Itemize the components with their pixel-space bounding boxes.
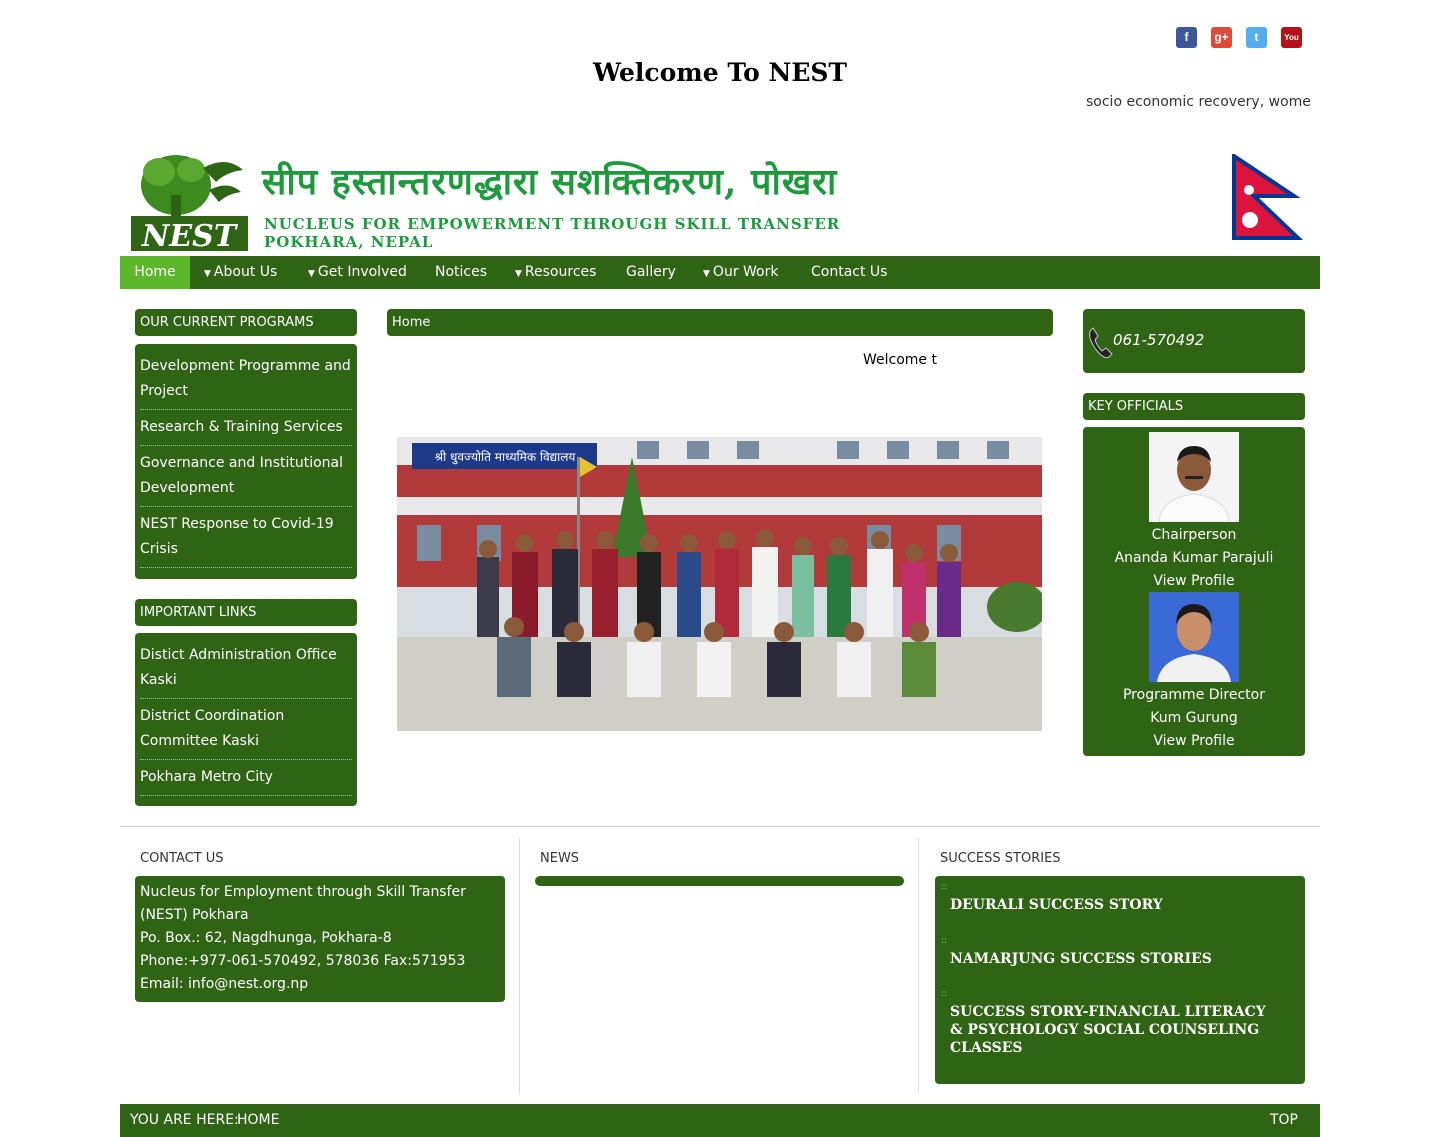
important-link[interactable]: District Coordination Committee Kaski	[140, 699, 352, 760]
bottom-breadcrumb-home[interactable]: HOME	[237, 1104, 279, 1137]
success-stories-heading: SUCCESS STORIES	[940, 851, 1061, 866]
bullet-icon: ::	[941, 882, 948, 892]
logo-text: NEST	[141, 219, 239, 251]
official-photo	[1149, 432, 1239, 522]
bullet-icon: ::	[941, 989, 948, 999]
program-link[interactable]: NEST Response to Covid-19 Crisis	[140, 507, 352, 568]
program-link[interactable]: Governance and Institutional Development	[140, 446, 352, 507]
english-title-line1: NUCLEUS FOR EMPOWERMENT THROUGH SKILL TR…	[264, 215, 841, 233]
programs-list: Development Programme and Project Resear…	[135, 344, 357, 579]
social-links: f g+ t You	[1176, 27, 1302, 48]
caret-down-icon: ▼	[703, 269, 710, 279]
contact-org: Nucleus for Employment through Skill Tra…	[140, 884, 466, 923]
nav-get-involved-label: Get Involved	[317, 264, 407, 280]
nav-home[interactable]: Home	[120, 256, 190, 289]
english-title-line2: POKHARA, NEPAL	[264, 233, 434, 251]
caret-down-icon: ▼	[308, 269, 315, 279]
official-photo	[1149, 592, 1239, 682]
contact-us-heading: CONTACT US	[140, 851, 224, 866]
important-links-list: Distict Administration Office Kaski Dist…	[135, 633, 357, 806]
contact-phone: Phone:+977-061-570492, 578036 Fax:571953	[140, 953, 466, 969]
view-profile-link[interactable]: View Profile	[1083, 730, 1305, 753]
contact-details: Nucleus for Employment through Skill Tra…	[135, 876, 505, 1002]
nav-our-work-label: Our Work	[712, 264, 779, 280]
bullet-icon: ::	[941, 936, 948, 946]
twitter-icon[interactable]: t	[1246, 27, 1267, 48]
story-link[interactable]: NAMARJUNG SUCCESS STORIES	[950, 950, 1280, 968]
nav-notices-label: Notices	[435, 264, 488, 280]
nepal-flag	[1232, 152, 1304, 240]
important-link[interactable]: Pokhara Metro City	[140, 760, 352, 796]
news-heading: NEWS	[540, 851, 580, 866]
nav-our-work[interactable]: ▼ Our Work	[703, 256, 778, 289]
column-separator	[918, 838, 919, 1094]
official-name: Ananda Kumar Parajuli	[1114, 550, 1274, 566]
nav-about-us[interactable]: ▼ About Us	[204, 256, 277, 289]
section-divider	[120, 826, 1320, 827]
contact-address: Po. Box.: 62, Nagdhunga, Pokhara-8	[140, 930, 392, 946]
nav-contact-us-label: Contact Us	[811, 264, 888, 280]
slideshow-image: श्री धुवज्योति माध्यमिक विद्यालय	[397, 437, 1042, 731]
nav-gallery[interactable]: Gallery	[626, 256, 676, 289]
key-officials-heading: KEY OFFICIALS	[1083, 393, 1305, 420]
googleplus-icon[interactable]: g+	[1211, 27, 1232, 48]
back-to-top-link[interactable]: TOP	[1270, 1104, 1298, 1137]
success-stories-list: :: DEURALI SUCCESS STORY :: NAMARJUNG SU…	[935, 876, 1305, 1084]
welcome-title: Welcome To NEST	[592, 58, 848, 87]
program-link[interactable]: Research & Training Services	[140, 410, 352, 446]
key-officials-list: Chairperson Ananda Kumar Parajuli View P…	[1083, 427, 1305, 756]
story-link[interactable]: SUCCESS STORY-FINANCIAL LITERACY & PSYCH…	[950, 1003, 1280, 1057]
official-name: Kum Gurung	[1150, 710, 1238, 726]
breadcrumb-home[interactable]: Home	[392, 315, 430, 330]
main-nav: Home ▼ About Us ▼ Get Involved Notices ▼ Re…	[120, 256, 1320, 289]
nav-home-label: Home	[134, 264, 176, 280]
caret-down-icon: ▼	[204, 269, 211, 279]
nav-get-involved[interactable]: ▼ Get Involved	[308, 256, 407, 289]
important-links-heading: IMPORTANT LINKS	[135, 599, 357, 626]
important-link[interactable]: Distict Administration Office Kaski	[140, 638, 352, 699]
nav-about-us-label: About Us	[213, 264, 278, 280]
you-are-here-label: YOU ARE HERE:	[130, 1112, 239, 1128]
view-profile-link[interactable]: View Profile	[1083, 570, 1305, 593]
welcome-marquee: Welcome to	[863, 352, 937, 368]
caret-down-icon: ▼	[515, 269, 522, 279]
facebook-icon[interactable]: f	[1176, 27, 1197, 48]
nest-logo[interactable]: NEST	[131, 150, 248, 254]
contact-email[interactable]: Email: info@nest.org.np	[140, 973, 500, 996]
breadcrumb: Home	[387, 309, 1053, 336]
official-card: Programme Director Kum Gurung View Profi…	[1083, 592, 1305, 753]
official-card: Chairperson Ananda Kumar Parajuli View P…	[1083, 432, 1305, 593]
news-list	[535, 876, 904, 886]
official-role: Chairperson	[1151, 527, 1237, 543]
nav-gallery-label: Gallery	[626, 264, 676, 280]
column-separator	[519, 838, 520, 1094]
header-marquee: socio economic recovery, women	[1086, 94, 1310, 110]
nav-resources-label: Resources	[524, 264, 597, 280]
phone-number: 061-570492	[1113, 331, 1205, 349]
youtube-icon[interactable]: You	[1281, 27, 1302, 48]
school-sign-text: श्री धुवज्योति माध्यमिक विद्यालय	[435, 450, 577, 465]
nepali-title: सीप हस्तान्तरणद्धारा सशक्तिकरण, पोखरा	[262, 161, 838, 203]
bottom-bar: YOU ARE HERE: HOME TOP	[120, 1104, 1320, 1137]
official-role: Programme Director	[1122, 687, 1265, 703]
nav-contact-us[interactable]: Contact Us	[811, 256, 887, 289]
story-link[interactable]: DEURALI SUCCESS STORY	[950, 896, 1280, 914]
program-link[interactable]: Development Programme and Project	[140, 349, 352, 410]
nav-resources[interactable]: ▼ Resources	[515, 256, 596, 289]
programs-heading: OUR CURRENT PROGRAMS	[135, 309, 357, 336]
phone-icon	[1087, 326, 1113, 360]
nav-notices[interactable]: Notices	[435, 256, 487, 289]
